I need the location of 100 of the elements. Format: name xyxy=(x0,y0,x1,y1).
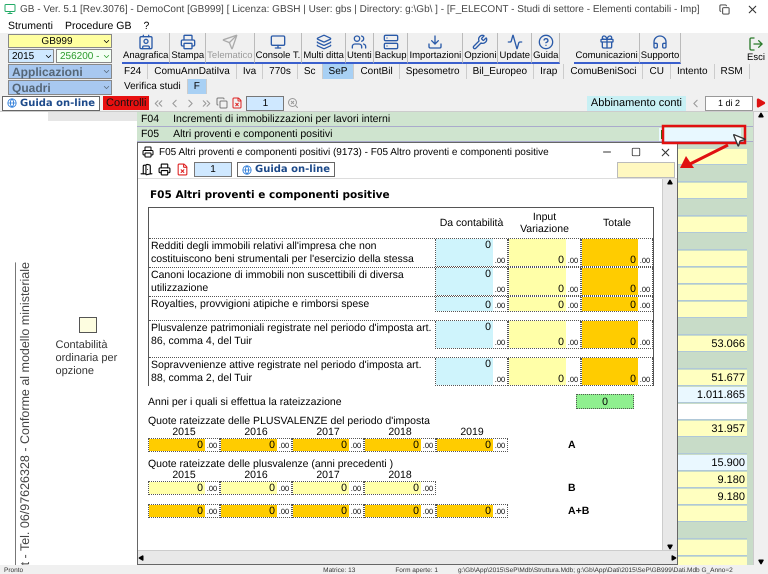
toolbar-button[interactable]: Anagrafica xyxy=(122,33,170,64)
delete-icon xyxy=(176,163,189,176)
gift-icon xyxy=(598,34,615,50)
print-button[interactable] xyxy=(158,163,171,176)
toolbar-button[interactable]: Utenti xyxy=(346,33,374,64)
toolbar-button[interactable]: Opzioni xyxy=(463,33,498,64)
amount-value: 0 xyxy=(293,482,349,494)
copy-icon[interactable] xyxy=(216,97,228,109)
value-row[interactable]: 15.900 xyxy=(678,455,747,471)
paper-plane-icon xyxy=(222,34,238,50)
menu-item[interactable]: Strumenti xyxy=(8,20,53,32)
toolbar-button[interactable]: Console T. xyxy=(254,33,302,64)
scrollbar[interactable] xyxy=(662,179,677,550)
year-label: 2018 xyxy=(387,470,413,480)
toolbar-button[interactable]: Comunicazioni xyxy=(574,33,640,64)
row-label: Canoni locazione di immobili non suscettibili di diversa utilizzazione xyxy=(150,268,405,296)
years-field[interactable]: 0 xyxy=(576,394,634,409)
row-label: Plusvalenze patrimoniali registrate nel periodo d'imposta art. 86, comma 4, del Tuir xyxy=(150,321,432,349)
total-mark: A xyxy=(568,438,576,450)
account-matching-button[interactable]: Abbinamento conti xyxy=(586,96,686,110)
value-row[interactable]: 1.011.865 xyxy=(678,387,747,403)
value-row[interactable]: 53.066 xyxy=(678,336,747,352)
total-mark: A+B xyxy=(568,504,590,516)
delete-button[interactable] xyxy=(176,163,189,176)
globe-icon xyxy=(7,98,17,108)
checks-button[interactable]: Controlli xyxy=(103,96,150,110)
column-header: Da contabilità xyxy=(438,217,504,229)
amount-value: 0 xyxy=(437,504,493,516)
close-icon xyxy=(658,146,672,158)
delete-icon[interactable] xyxy=(231,97,244,109)
page-counter: 1 di 2 xyxy=(705,96,753,110)
menu-item[interactable]: ? xyxy=(143,20,150,32)
amount-value: 0 xyxy=(149,504,205,516)
company-select[interactable]: GB999 xyxy=(8,34,112,48)
option-label: Contabilità ordinaria per opzione xyxy=(56,339,118,378)
scrollbar[interactable] xyxy=(138,550,677,564)
vertical-caption: t - Tel. 06/97626328 - Conforme al modello ministeriale xyxy=(14,262,32,565)
year-label: 2017 xyxy=(315,427,341,437)
menu-item[interactable]: Procedure GB xyxy=(64,20,132,32)
value-row[interactable]: 9.180 xyxy=(678,472,747,488)
value-row[interactable]: 31.957 xyxy=(678,421,747,437)
pointer-arrow xyxy=(680,144,729,168)
input-field[interactable] xyxy=(617,162,675,178)
scroll-arrow-icon[interactable] xyxy=(667,179,673,185)
value-row[interactable]: 51.677 xyxy=(678,370,747,386)
column-header: Totale xyxy=(602,217,632,229)
year-label: 2016 xyxy=(243,427,269,437)
download-icon xyxy=(427,34,444,50)
section-tab[interactable]: F xyxy=(188,79,207,94)
online-help-button[interactable]: Guida on-line xyxy=(2,96,100,110)
row-label: Sopravvenienze attive registrate nel periodo d'imposta art. 88, comma 2, del Tuir xyxy=(150,358,422,386)
frame-row[interactable]: F04 Incrementi di immobilizzazioni per lavori interni xyxy=(137,112,753,127)
page-field[interactable]: 1 xyxy=(194,162,232,177)
frame-row[interactable]: F05 Altri proventi e componenti positivi xyxy=(137,127,753,142)
value-row[interactable]: 9.180 xyxy=(678,489,747,505)
cursor-icon xyxy=(733,134,746,147)
exit-button[interactable] xyxy=(140,163,153,176)
amount-value: 0 xyxy=(436,358,493,385)
amount-value: 0 xyxy=(221,504,277,516)
pulse-icon xyxy=(506,34,523,50)
year-label: 2016 xyxy=(243,470,268,480)
option-checkbox[interactable] xyxy=(78,317,96,333)
amount-value: 0 xyxy=(582,239,638,266)
row-label: Anni per i quali si effettua la rateizzazione xyxy=(148,396,343,408)
online-help-button[interactable]: Guida on-line xyxy=(237,162,336,177)
scroll-arrow-icon[interactable] xyxy=(758,112,764,118)
printer-icon xyxy=(158,163,171,176)
toolbar-button[interactable]: Stampa xyxy=(170,33,206,64)
toolbar-button[interactable]: Backup xyxy=(374,33,408,64)
scroll-arrow-icon[interactable] xyxy=(138,554,144,560)
amount-value: 0 xyxy=(436,268,493,295)
globe-icon xyxy=(242,164,252,174)
amount-value: 0 xyxy=(149,482,205,494)
wrench-icon xyxy=(472,34,488,50)
toolbar-button[interactable]: Multi ditta xyxy=(302,33,346,64)
module-tab[interactable]: SeP xyxy=(322,64,354,79)
dialog-title: F05 Altri proventi e componenti positivi (9173) - F05 Altro proventi e componenti positive xyxy=(159,146,550,158)
section-heading: F05 Altri proventi e componenti positive xyxy=(150,189,391,201)
toolbar-button[interactable]: Importazioni xyxy=(408,33,464,64)
page-field[interactable]: 1 xyxy=(246,96,284,110)
headset-icon xyxy=(652,34,668,50)
next-page-icon[interactable] xyxy=(756,98,766,108)
scroll-arrow-icon[interactable] xyxy=(758,559,764,565)
year-label: 2015 xyxy=(171,427,197,437)
year-select[interactable]: 2015 xyxy=(8,49,54,63)
search-icon[interactable] xyxy=(287,97,300,109)
toolbar-button[interactable]: Guida xyxy=(532,33,560,64)
exit-icon xyxy=(748,36,764,52)
toolbar-button[interactable]: Supporto xyxy=(640,33,682,64)
column-header: Input Variazione xyxy=(519,211,570,235)
scrollbar[interactable] xyxy=(753,112,768,565)
code-select[interactable]: 256200 - xyxy=(56,49,112,63)
value-field[interactable] xyxy=(659,128,741,140)
printer-icon xyxy=(180,34,196,50)
group-label: Quote rateizzate delle PLUSVALENZE del periodo d'imposta xyxy=(148,416,431,427)
year-label: 2017 xyxy=(316,470,340,480)
group-label: Quote rateizzate delle plusvalenze (anni precedenti ) xyxy=(148,459,394,470)
toolbar-button[interactable]: Update xyxy=(498,33,532,64)
amount-value: 0 xyxy=(436,297,493,311)
row-label: Altri proventi e componenti positivi xyxy=(173,128,334,140)
